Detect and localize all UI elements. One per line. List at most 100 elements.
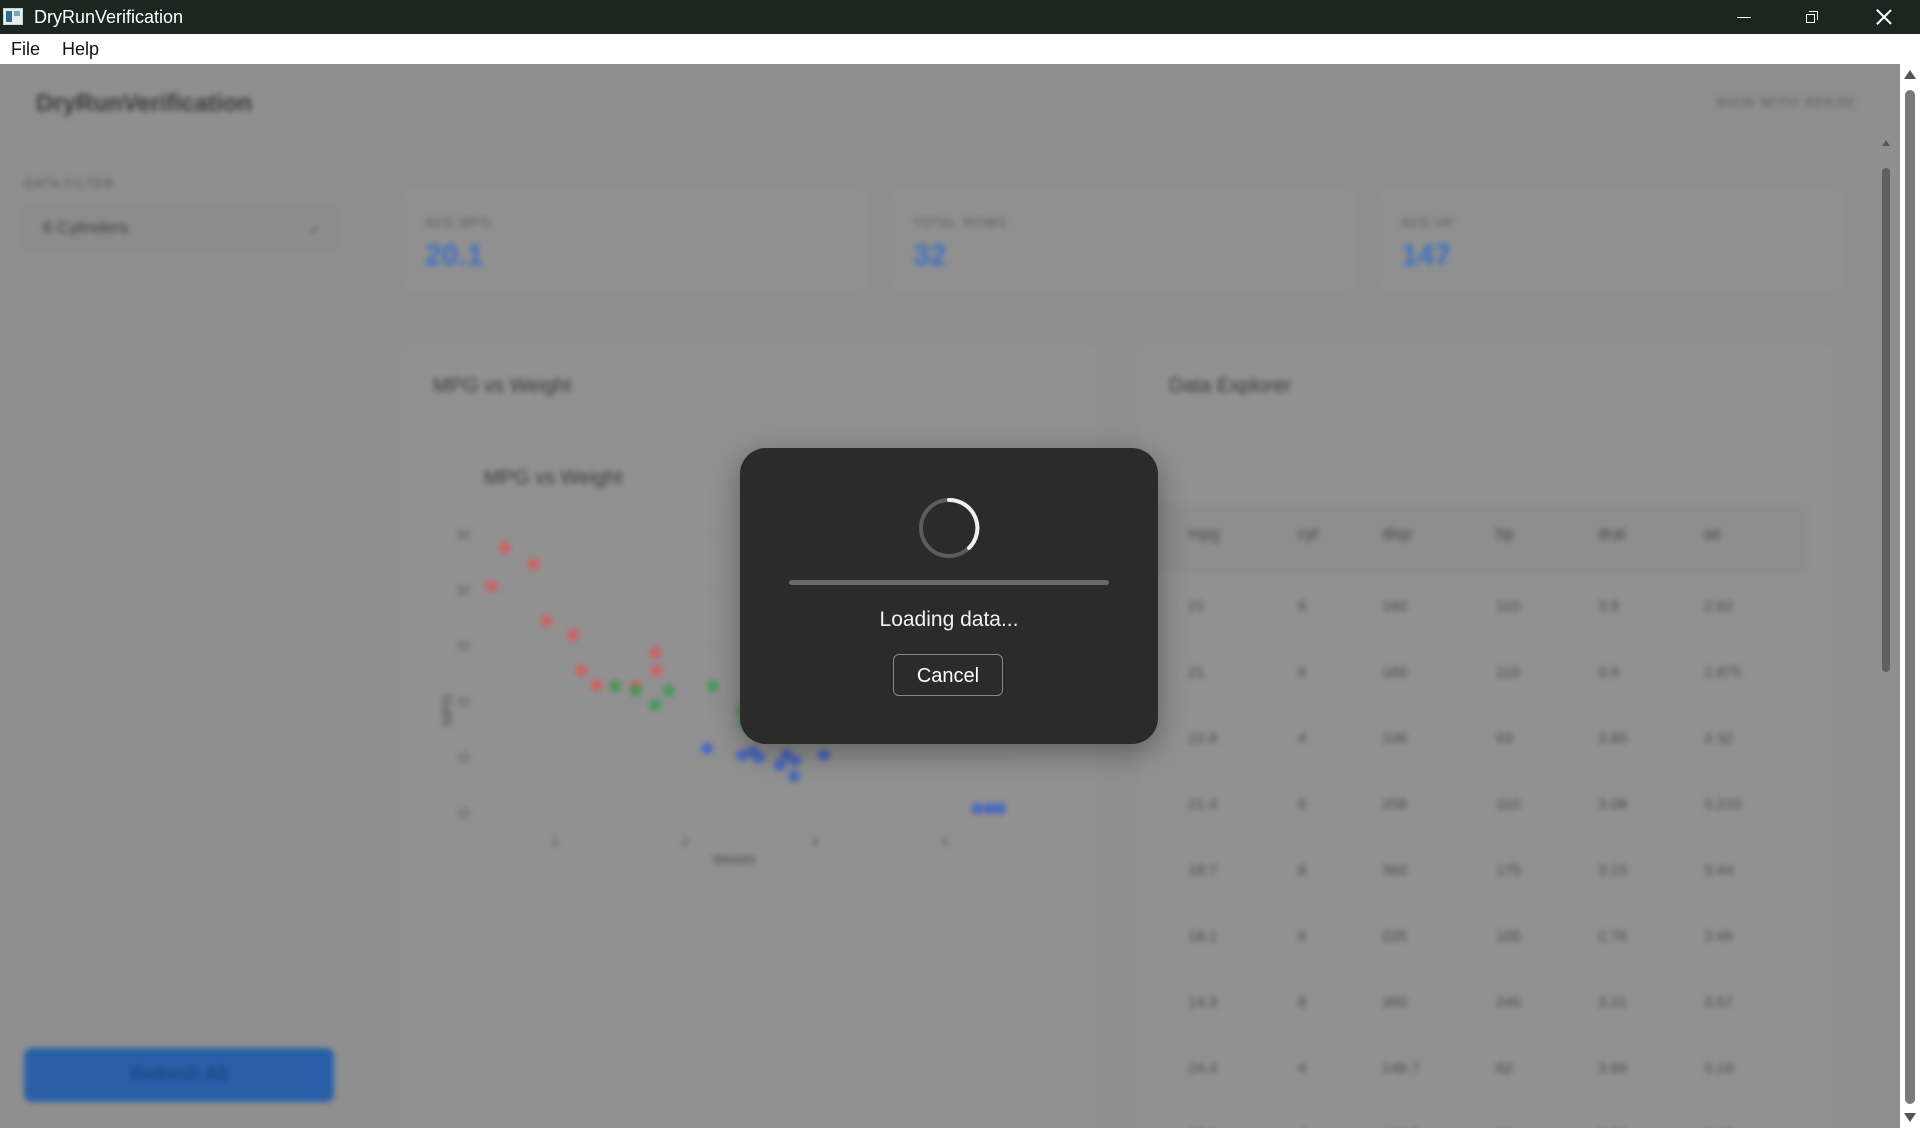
data-point (662, 684, 675, 697)
table-cell: 18.7 (1188, 862, 1218, 879)
table-cell: 110 (1496, 598, 1520, 615)
table-cell: 2.32 (1704, 730, 1734, 747)
x-tick-label: 5 (942, 835, 949, 849)
progress-bar (789, 580, 1109, 585)
menu-file[interactable]: File (0, 39, 52, 60)
data-point (498, 541, 511, 554)
data-point (994, 802, 1007, 815)
restore-button[interactable] (1778, 0, 1846, 34)
scroll-up-icon[interactable] (1882, 140, 1890, 146)
column-header-wt[interactable]: wt (1704, 526, 1720, 544)
y-tick-label: 25 (457, 639, 471, 653)
y-tick-label: 35 (457, 528, 471, 542)
table-cell: 8 (1298, 862, 1307, 879)
data-point (567, 629, 580, 642)
table-cell: 18.1 (1188, 928, 1218, 945)
table-cell: 21 (1188, 664, 1205, 681)
chart-title: MPG vs Weight (484, 467, 623, 489)
window-scrollbar-thumb[interactable] (1905, 90, 1915, 1104)
table-cell: 245 (1496, 994, 1522, 1011)
minimize-icon (1737, 16, 1751, 18)
table-cell: 110 (1496, 796, 1520, 813)
minimize-button[interactable] (1710, 0, 1778, 34)
table-cell: 6 (1298, 664, 1307, 681)
restore-icon (1806, 11, 1818, 23)
data-point (650, 664, 663, 677)
refresh-all-button[interactable]: Refresh All (24, 1048, 334, 1102)
x-tick-label: 2 (552, 835, 559, 849)
column-header-hp[interactable]: hp (1496, 526, 1514, 544)
table-cell: 160 (1382, 598, 1408, 615)
table-cell: 3.15 (1598, 862, 1628, 879)
table-cell: 24.4 (1188, 1060, 1218, 1077)
row-divider (1152, 830, 1808, 831)
table-cell: 110 (1496, 664, 1520, 681)
row-divider (1152, 764, 1808, 765)
table-cell: 6 (1298, 796, 1307, 813)
menu-help[interactable]: Help (52, 39, 111, 60)
data-point (818, 749, 831, 762)
close-button[interactable] (1850, 0, 1918, 34)
data-point (701, 742, 714, 755)
table-cell: 22.8 (1188, 730, 1218, 747)
x-tick-label: 4 (812, 835, 819, 849)
table-cell: 4 (1298, 1060, 1307, 1077)
row-divider (1152, 632, 1808, 633)
stat-card-avg-hp: AVG HP 147 (1376, 188, 1846, 292)
data-point (706, 680, 719, 693)
table-cell: 2.875 (1704, 664, 1742, 681)
loading-spinner-icon (919, 497, 980, 558)
scroll-down-icon[interactable] (1904, 1113, 1916, 1122)
row-divider (1152, 1028, 1808, 1029)
y-axis-label: MPG (439, 694, 455, 726)
data-point (540, 614, 553, 627)
data-point (575, 664, 587, 677)
inner-scrollbar-thumb[interactable] (1882, 168, 1890, 672)
row-divider (1152, 698, 1808, 699)
table-cell: 3.08 (1598, 796, 1628, 813)
inner-scrollbar[interactable] (1880, 80, 1892, 1070)
cancel-button[interactable]: Cancel (893, 654, 1003, 696)
table-cell: 3.85 (1598, 730, 1628, 747)
row-divider (1152, 1094, 1808, 1095)
y-tick-label: 15 (457, 750, 471, 764)
table-cell: 8 (1298, 994, 1307, 1011)
app-icon (3, 8, 23, 25)
refresh-all-label: Refresh All (130, 1064, 228, 1086)
row-divider (1152, 896, 1808, 897)
window-title: DryRunVerification (34, 7, 184, 27)
column-header-cyl[interactable]: cyl (1298, 526, 1318, 544)
y-tick-label: 20 (457, 695, 471, 709)
table-cell: 360 (1382, 862, 1408, 879)
data-point (773, 759, 786, 772)
data-point (753, 751, 766, 764)
y-tick-label: 10 (457, 806, 471, 820)
data-point (609, 680, 622, 693)
window-scrollbar[interactable] (1900, 64, 1920, 1128)
close-icon (1876, 9, 1892, 25)
scroll-up-icon[interactable] (1904, 70, 1916, 79)
table-cell: 3.9 (1598, 598, 1619, 615)
column-header-disp[interactable]: disp (1382, 526, 1411, 544)
data-point (649, 646, 662, 659)
data-point (527, 558, 540, 570)
column-header-mpg[interactable]: mpg (1188, 526, 1219, 544)
table-cell: 3.215 (1704, 796, 1742, 813)
loading-dialog: Loading data... Cancel (740, 448, 1158, 744)
table-cell: 258 (1382, 796, 1408, 813)
x-tick-label: 3 (682, 835, 689, 849)
table-cell: 3.46 (1704, 928, 1734, 945)
table-cell: 3.44 (1704, 862, 1734, 879)
table-cell: 3.69 (1598, 1060, 1628, 1077)
data-point (971, 802, 984, 815)
table-cell: 3.19 (1704, 1060, 1734, 1077)
table-cell: 4 (1298, 730, 1307, 747)
table-cell: 6 (1298, 928, 1307, 945)
stat-label: AVG HP (1401, 215, 1456, 230)
data-point (983, 802, 996, 815)
table-cell: 2.62 (1704, 598, 1734, 615)
data-point (788, 754, 801, 767)
column-header-drat[interactable]: drat (1598, 526, 1626, 544)
data-point (788, 770, 801, 783)
stat-value: 147 (1401, 239, 1452, 272)
